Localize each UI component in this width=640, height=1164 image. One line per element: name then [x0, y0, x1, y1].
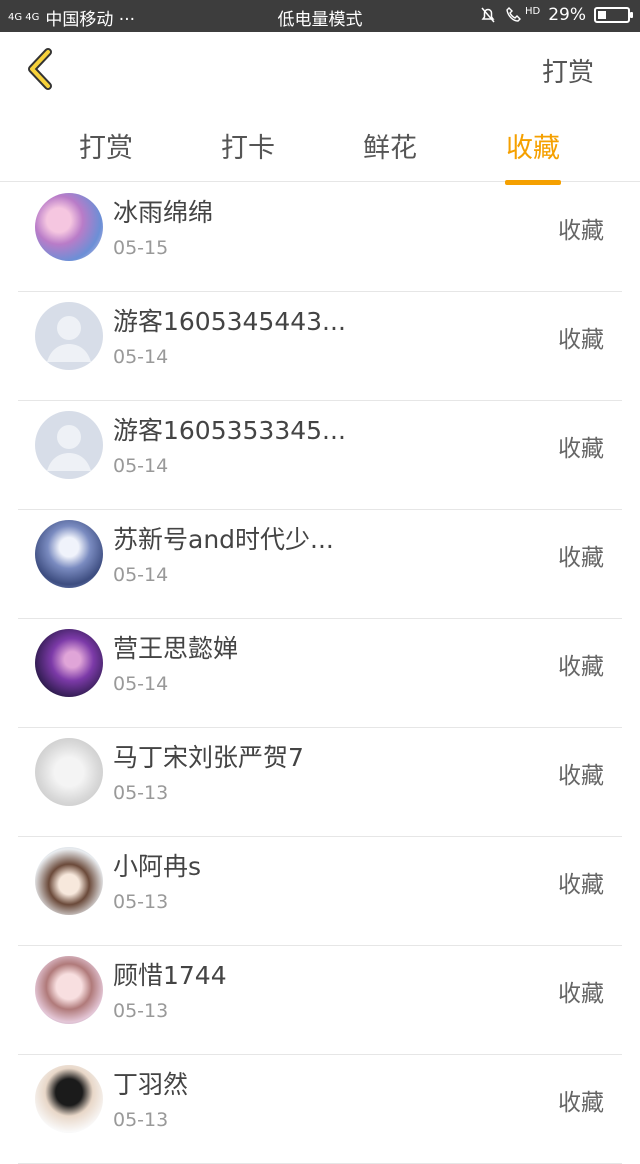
- avatar[interactable]: [35, 411, 103, 479]
- list-date: 05-13: [113, 891, 169, 913]
- tab-checkin[interactable]: 打卡: [188, 126, 308, 165]
- user-name: 马丁宋刘张严贺7: [113, 743, 304, 772]
- list-item[interactable]: 游客1605345443... 05-14 收藏: [18, 292, 622, 401]
- default-avatar-icon: [47, 316, 91, 362]
- user-name: 顾惜1744: [113, 961, 227, 990]
- avatar[interactable]: [35, 1065, 103, 1133]
- back-button[interactable]: [22, 46, 62, 96]
- favorite-label: 收藏: [558, 218, 604, 244]
- tab-reward[interactable]: 打赏: [46, 126, 166, 165]
- list-date: 05-14: [113, 455, 169, 477]
- favorite-label: 收藏: [558, 1090, 604, 1116]
- list-item[interactable]: 马丁宋刘张严贺7 05-13 收藏: [18, 728, 622, 837]
- status-bar: 4G 4G 中国移动 ··· 低电量模式 HD 29%: [0, 0, 640, 32]
- favorite-label: 收藏: [558, 872, 604, 898]
- hd-badge: HD: [524, 5, 541, 17]
- favorite-label: 收藏: [558, 436, 604, 462]
- tab-flowers[interactable]: 鲜花: [330, 126, 450, 165]
- user-name: 游客1605345443...: [113, 307, 346, 336]
- tab-bar: 打赏 打卡 鲜花 收藏: [0, 108, 640, 185]
- list-item[interactable]: 小阿冉s 05-13 收藏: [18, 837, 622, 946]
- list-item[interactable]: 营王思懿婵 05-14 收藏: [18, 619, 622, 728]
- list-date: 05-14: [113, 564, 169, 586]
- favorite-label: 收藏: [558, 763, 604, 789]
- user-name: 冰雨绵绵: [113, 198, 214, 227]
- favorite-label: 收藏: [558, 327, 604, 353]
- avatar[interactable]: [35, 302, 103, 370]
- avatar[interactable]: [35, 193, 103, 261]
- user-name: 苏新号and时代少...: [113, 525, 334, 554]
- avatar[interactable]: [35, 847, 103, 915]
- list-date: 05-14: [113, 346, 169, 368]
- user-name: 小阿冉s: [113, 852, 202, 881]
- call-icon: [506, 7, 521, 22]
- battery-icon: [594, 7, 633, 23]
- reward-button[interactable]: 打赏: [542, 52, 594, 89]
- status-right: HD 29%: [479, 5, 633, 25]
- list-date: 05-13: [113, 782, 169, 804]
- list-item[interactable]: 冰雨绵绵 05-15 收藏: [18, 183, 622, 292]
- list-date: 05-14: [113, 673, 169, 695]
- list-item[interactable]: 游客1605353345... 05-14 收藏: [18, 401, 622, 510]
- avatar[interactable]: [35, 520, 103, 588]
- chevron-left-icon: [28, 48, 52, 90]
- user-name: 游客1605353345...: [113, 416, 346, 445]
- user-name: 丁羽然: [113, 1070, 189, 1099]
- battery-fill: [598, 11, 607, 19]
- list-item[interactable]: 苏新号and时代少... 05-14 收藏: [18, 510, 622, 619]
- default-avatar-icon: [47, 425, 91, 471]
- list-date: 05-15: [113, 237, 169, 259]
- favorite-label: 收藏: [558, 545, 604, 571]
- list-item[interactable]: 顾惜1744 05-13 收藏: [18, 946, 622, 1055]
- avatar[interactable]: [35, 629, 103, 697]
- avatar[interactable]: [35, 956, 103, 1024]
- battery-percent: 29%: [548, 5, 586, 25]
- list-date: 05-13: [113, 1000, 169, 1022]
- list-item[interactable]: 丁羽然 05-13 收藏: [18, 1055, 622, 1164]
- tab-favorites[interactable]: 收藏: [473, 126, 593, 185]
- tab-favorites-label: 收藏: [506, 133, 560, 164]
- bell-muted-icon: [481, 7, 495, 23]
- user-name: 营王思懿婵: [113, 634, 239, 663]
- favorite-label: 收藏: [558, 654, 604, 680]
- favorite-label: 收藏: [558, 981, 604, 1007]
- list-date: 05-13: [113, 1109, 169, 1131]
- avatar[interactable]: [35, 738, 103, 806]
- user-list: 冰雨绵绵 05-15 收藏 游客1605345443... 05-14 收藏 游…: [0, 183, 640, 1164]
- nav-bar: 打赏: [0, 32, 640, 108]
